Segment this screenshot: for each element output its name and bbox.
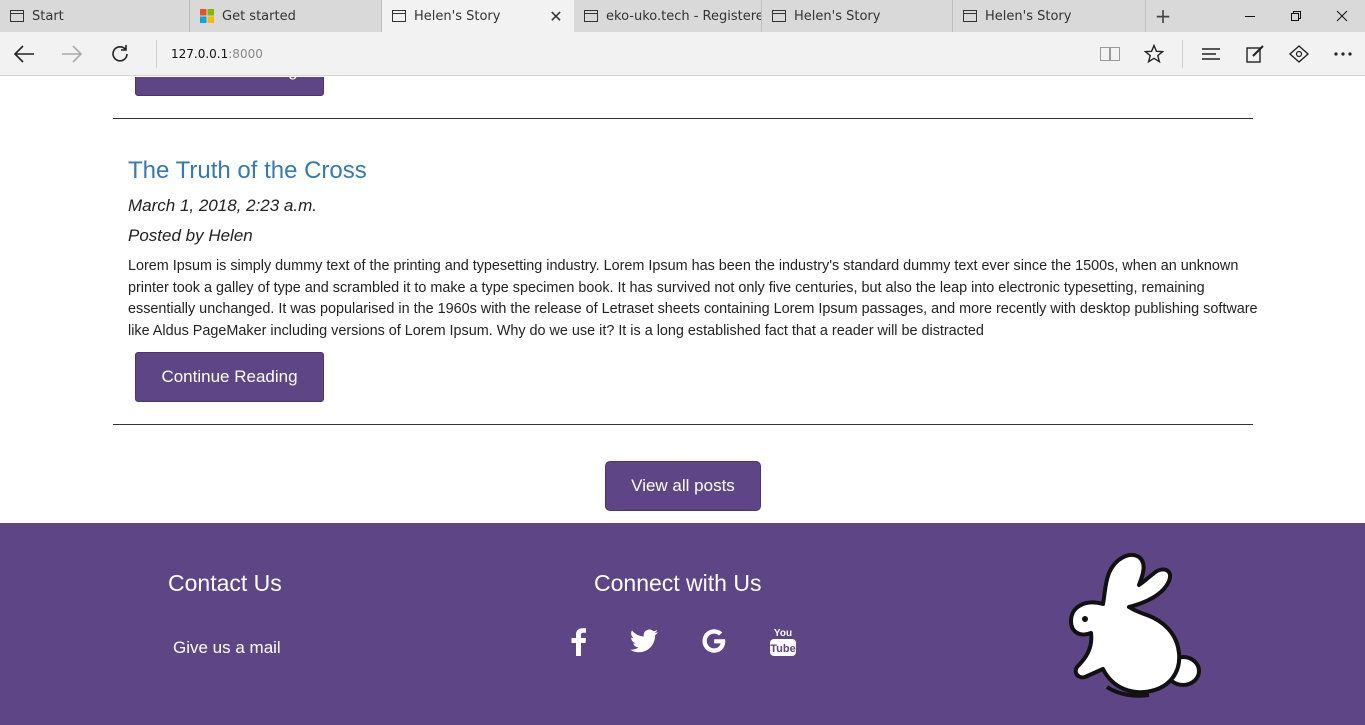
twitter-icon[interactable] — [624, 623, 664, 659]
page-content: Continue Reading The Truth of the Cross … — [0, 77, 1365, 725]
back-button[interactable] — [0, 32, 48, 76]
window-controls — [1227, 0, 1365, 32]
connect-heading: Connect with Us — [594, 570, 762, 596]
post-divider — [113, 424, 1253, 425]
youtube-icon[interactable]: You Tube — [763, 623, 803, 659]
view-all-posts-button[interactable]: View all posts — [605, 461, 761, 511]
favorite-star-icon[interactable] — [1132, 32, 1176, 76]
url-host: 127.0.0.1 — [171, 46, 229, 61]
url-port: :8000 — [228, 46, 263, 61]
tab-get-started[interactable]: Get started — [190, 0, 382, 32]
google-icon[interactable] — [694, 623, 734, 659]
tab-strip: Start Get started Helen's Story ✕ eko-uk… — [0, 0, 1365, 32]
svg-text:Tube: Tube — [770, 643, 795, 655]
previous-continue-reading-button[interactable]: Continue Reading — [135, 77, 324, 96]
tab-title: Helen's Story — [794, 8, 881, 24]
tab-helens-story-2[interactable]: Helen's Story — [762, 0, 953, 32]
back-arrow-icon — [13, 44, 34, 63]
post-date: March 1, 2018, 2:23 a.m. — [128, 196, 317, 215]
tab-eko-uko[interactable]: eko-uko.tech - Registered a — [574, 0, 762, 32]
continue-reading-button[interactable]: Continue Reading — [135, 352, 324, 402]
more-icon[interactable] — [1321, 32, 1365, 76]
page-icon — [584, 10, 598, 22]
refresh-button[interactable] — [96, 32, 144, 76]
reading-view-icon[interactable] — [1088, 32, 1132, 76]
hub-icon[interactable] — [1189, 32, 1233, 76]
tab-start[interactable]: Start — [0, 0, 190, 32]
page-icon — [10, 10, 24, 22]
tab-title: Start — [32, 8, 64, 24]
toolbar-divider — [1182, 39, 1183, 68]
footer: Contact Us Give us a mail Connect with U… — [0, 523, 1365, 725]
tab-title: Helen's Story — [414, 8, 501, 24]
contact-heading: Contact Us — [168, 570, 282, 596]
forward-arrow-icon — [62, 44, 83, 63]
rabbit-logo — [1063, 549, 1205, 699]
svg-text:You: You — [774, 628, 792, 639]
web-note-icon[interactable] — [1233, 32, 1277, 76]
page-icon — [963, 10, 977, 22]
windows-logo-icon — [200, 9, 214, 23]
page-icon — [392, 10, 406, 22]
page-icon — [772, 10, 786, 22]
toolbar-right — [1088, 32, 1365, 76]
tab-helens-story-active[interactable]: Helen's Story ✕ — [382, 0, 574, 32]
minimize-icon[interactable] — [1227, 0, 1273, 32]
post-excerpt: Lorem Ipsum is simply dummy text of the … — [128, 258, 1258, 339]
tab-helens-story-3[interactable]: Helen's Story — [953, 0, 1146, 32]
tab-title: Helen's Story — [985, 8, 1072, 24]
refresh-icon — [112, 44, 128, 62]
window-close-icon[interactable] — [1319, 0, 1365, 32]
post-author: Posted by Helen — [128, 226, 253, 245]
new-tab-button[interactable]: + — [1146, 0, 1180, 32]
tab-title: Get started — [222, 8, 296, 24]
share-icon[interactable] — [1277, 32, 1321, 76]
tab-title: eko-uko.tech - Registered a — [606, 8, 761, 24]
url-field[interactable]: 127.0.0.1:8000 — [156, 39, 263, 68]
restore-icon[interactable] — [1273, 0, 1319, 32]
facebook-icon[interactable] — [558, 623, 598, 659]
forward-button[interactable] — [48, 32, 96, 76]
address-bar: 127.0.0.1:8000 — [0, 32, 1365, 76]
mail-link[interactable]: Give us a mail — [173, 638, 281, 658]
post-title[interactable]: The Truth of the Cross — [128, 157, 367, 185]
close-icon[interactable]: ✕ — [538, 7, 574, 26]
post-divider — [113, 118, 1253, 119]
